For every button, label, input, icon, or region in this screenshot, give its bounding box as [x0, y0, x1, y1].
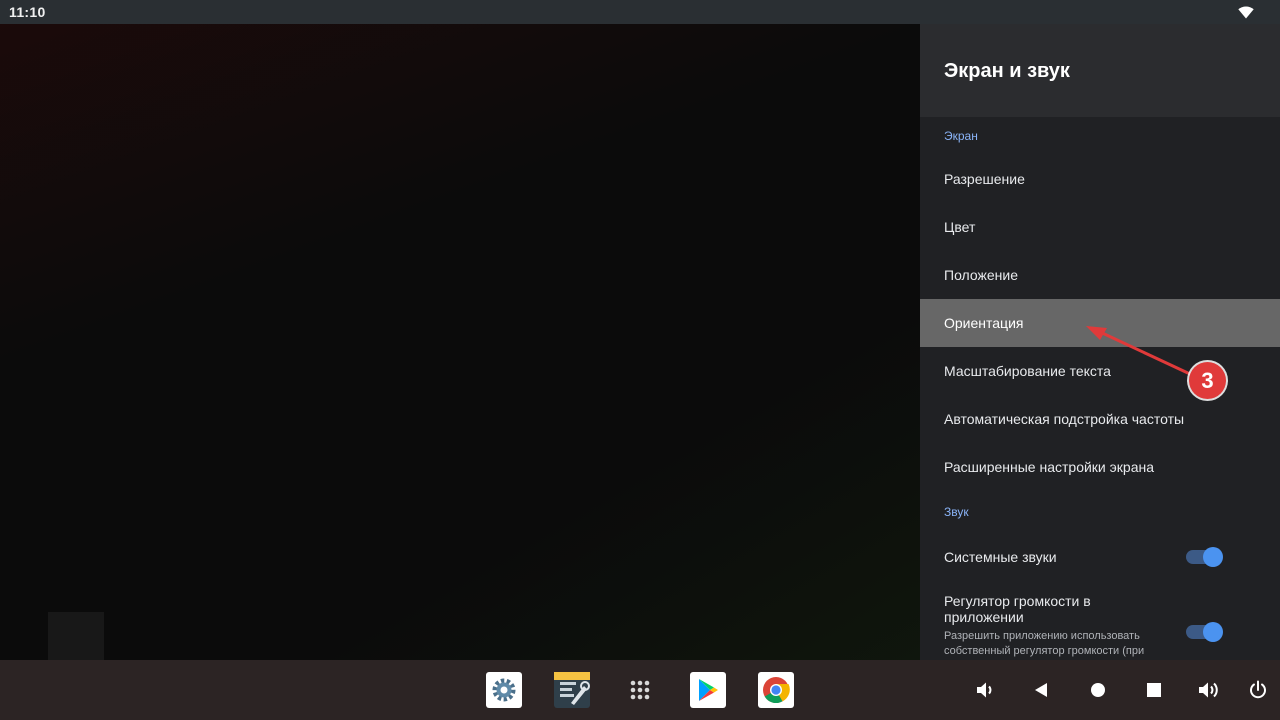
volume-down-icon[interactable] — [974, 678, 998, 702]
desktop-wallpaper — [0, 24, 920, 660]
wifi-icon — [1238, 5, 1256, 19]
menu-item-orientation[interactable]: Ориентация — [920, 299, 1280, 347]
status-bar: 11:10 — [0, 0, 1280, 24]
menu-item-system-sounds[interactable]: Системные звуки — [920, 533, 1280, 581]
panel-header: Экран и звук — [920, 24, 1280, 117]
section-label-sound: Звук — [944, 505, 969, 519]
panel-title: Экран и звук — [944, 60, 1070, 82]
menu-item-auto-frame-rate[interactable]: Автоматическая подстройка частоты — [920, 395, 1280, 443]
app-volume-label: Регулятор громкости в приложении — [944, 593, 1091, 625]
taskbar — [0, 660, 1280, 720]
volume-up-icon[interactable] — [1198, 678, 1222, 702]
app-volume-text: Регулятор громкости в приложении Разреши… — [944, 593, 1164, 659]
system-sounds-toggle[interactable] — [1186, 547, 1223, 567]
file-manager-app-icon[interactable] — [554, 672, 590, 708]
settings-app-icon[interactable] — [486, 672, 522, 708]
system-sounds-label: Системные звуки — [944, 549, 1057, 565]
menu-item-color[interactable]: Цвет — [920, 203, 1280, 251]
play-store-icon[interactable] — [690, 672, 726, 708]
chrome-icon[interactable] — [758, 672, 794, 708]
app-drawer-icon[interactable] — [622, 672, 658, 708]
app-volume-toggle[interactable] — [1186, 622, 1223, 642]
app-volume-description: Разрешить приложению использовать собств… — [944, 630, 1145, 657]
menu-item-position[interactable]: Положение — [920, 251, 1280, 299]
status-time: 11:10 — [9, 4, 46, 20]
settings-panel: Экран и звук Экран Разрешение Цвет Полож… — [920, 24, 1280, 660]
power-icon[interactable] — [1246, 678, 1270, 702]
menu-item-app-volume[interactable]: Регулятор громкости в приложении Разреши… — [920, 581, 1280, 659]
menu-item-resolution[interactable]: Разрешение — [920, 155, 1280, 203]
menu-item-advanced-display[interactable]: Расширенные настройки экрана — [920, 443, 1280, 491]
back-icon[interactable] — [1029, 678, 1053, 702]
section-label-screen: Экран — [944, 129, 978, 143]
desktop-shortcut-placeholder[interactable] — [48, 612, 104, 660]
menu-item-text-scaling[interactable]: Масштабирование текста — [920, 347, 1280, 395]
annotation-badge: 3 — [1189, 362, 1226, 399]
home-icon[interactable] — [1086, 678, 1110, 702]
recents-icon[interactable] — [1142, 678, 1166, 702]
